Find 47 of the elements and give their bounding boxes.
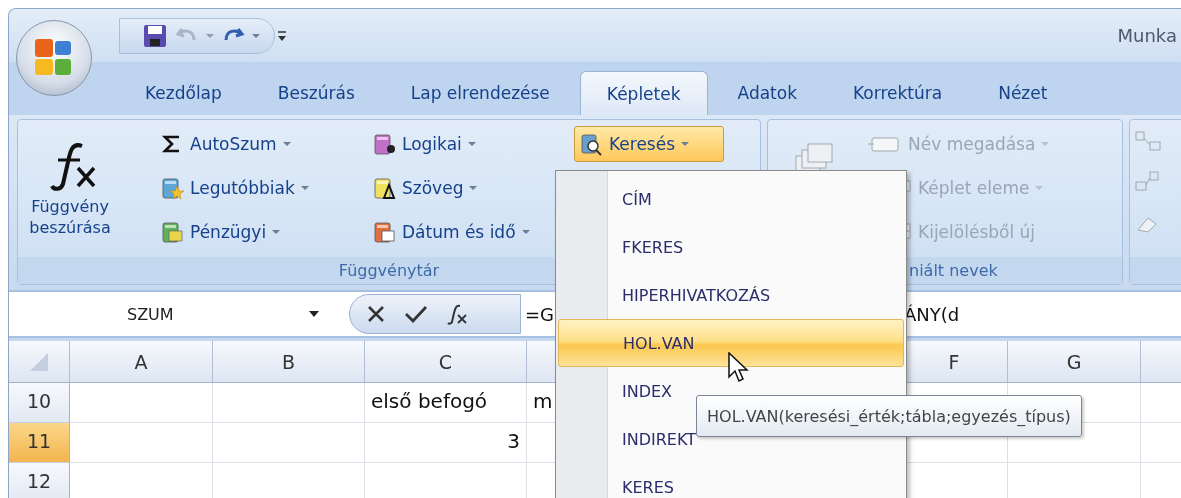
menu-item[interactable]: KERES (558, 463, 904, 498)
ribbon-tab[interactable]: Kezdőlap (119, 71, 248, 115)
book-question-icon (372, 132, 396, 156)
table-cell: első befogó (365, 383, 527, 423)
book-star-icon (160, 176, 184, 200)
close-icon (366, 304, 386, 324)
save-icon[interactable] (142, 22, 168, 49)
menu-item[interactable]: HOL.VAN (558, 319, 904, 367)
formula-text: ÁNY(d (904, 303, 960, 325)
ribbon-tab[interactable]: Képletek (579, 71, 708, 115)
ribbon-dropdown-button[interactable]: AutoSzum (156, 126, 360, 162)
column-header[interactable]: G (1008, 341, 1141, 383)
check-icon (404, 304, 428, 324)
row-header[interactable]: 11 (9, 423, 70, 463)
name-box[interactable]: SZUM (9, 292, 309, 336)
trace-arrows-icon (1134, 130, 1162, 154)
book-icon (160, 220, 184, 244)
ribbon-tab[interactable]: Lap elrendezése (384, 71, 576, 115)
ribbon-tab[interactable]: Beszúrás (251, 71, 381, 115)
row-header[interactable]: 12 (9, 463, 70, 498)
lookup-dropdown-button[interactable]: Keresés (574, 126, 724, 162)
column-header[interactable]: A (70, 341, 213, 383)
window-title: Munka (1117, 25, 1177, 46)
menu-item[interactable]: HIPERHIVATKOZÁS (558, 271, 904, 319)
function-icon (446, 303, 468, 325)
trace-arrows-icon (1134, 170, 1162, 194)
mouse-pointer-icon (728, 352, 750, 384)
column-header[interactable]: C (365, 341, 527, 383)
ribbon-dropdown-button[interactable]: Logikai (368, 126, 566, 162)
book-magnifier-icon (579, 132, 603, 156)
select-all-corner[interactable] (9, 341, 70, 383)
book-calendar-icon (372, 220, 396, 244)
ribbon-tab[interactable]: Adatok (711, 71, 823, 115)
table-cell: 3 (365, 423, 527, 463)
group-label: niált nevek (909, 261, 998, 280)
column-header[interactable]: B (213, 341, 365, 383)
book-letter-icon (372, 176, 396, 200)
ribbon-tab[interactable]: Nézet (972, 71, 1074, 115)
ribbon-tab[interactable]: Korrektúra (827, 71, 969, 115)
ribbon-dropdown-button[interactable]: Pénzügyi (156, 214, 360, 250)
tooltip: HOL.VAN(keresési_érték;tábla;egyezés_típus) (696, 395, 1082, 437)
row-header[interactable]: 10 (9, 383, 70, 423)
dropdown-caret-icon[interactable] (309, 311, 319, 317)
formula-text: =G (525, 303, 555, 325)
insert-function-button[interactable]: Függvény beszúrása (22, 126, 118, 257)
ribbon-dropdown-button[interactable]: Legutóbbiak (156, 170, 360, 206)
group-label: Függvénytár (338, 261, 440, 280)
